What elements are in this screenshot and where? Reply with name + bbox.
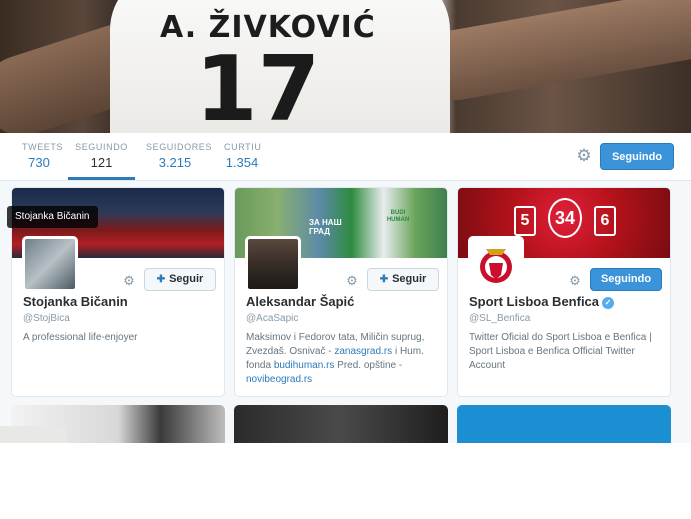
add-user-icon: ✚ <box>379 274 389 285</box>
benfica-crest-icon <box>480 249 512 283</box>
avatar[interactable] <box>468 236 524 292</box>
nav-following-label: SEGUINDO <box>75 142 128 152</box>
card-bio: Twitter Oficial do Sport Lisboa e Benfic… <box>469 332 652 371</box>
banner-shirt-number: 17 <box>195 37 321 134</box>
nav-tweets-count: 730 <box>28 155 50 170</box>
nav-followers-count: 3.215 <box>158 155 192 170</box>
follow-button-label: Seguir <box>169 273 204 285</box>
verified-badge-icon: ✓ <box>602 297 615 309</box>
following-button[interactable]: Seguindo <box>590 268 662 291</box>
card-handle[interactable]: @SL_Benfica <box>469 313 530 324</box>
card-name[interactable]: Stojanka Bičanin <box>23 294 128 309</box>
nav-following-count: 121 <box>90 155 113 170</box>
following-grid: ⚙ ✚ Seguir Stojanka Bičanin @StojBica A p… <box>0 181 691 443</box>
profile-following-button[interactable]: Seguindo <box>600 143 674 170</box>
bio-link[interactable]: budihuman.rs <box>274 360 335 371</box>
nav-following[interactable]: SEGUINDO 121 <box>68 133 135 180</box>
card-name-text: Sport Lisboa Benfica <box>469 294 600 309</box>
nav-followers[interactable]: SEGUIDORES 3.215 <box>146 133 213 180</box>
user-card[interactable] <box>234 405 448 443</box>
banner-number: 6 <box>594 206 616 236</box>
user-card[interactable] <box>457 405 671 443</box>
avatar[interactable] <box>245 236 301 292</box>
gear-icon[interactable]: ⚙ <box>574 146 594 166</box>
user-card[interactable]: ЗА НАШ ГРАД BUDI HUMAN ⚙ ✚ Seguir Aleksan… <box>234 187 448 397</box>
bio-link[interactable]: zanasgrad.rs <box>334 346 392 357</box>
bio-link[interactable]: novibeograd.rs <box>246 374 312 385</box>
gear-icon[interactable]: ⚙ <box>122 274 136 288</box>
nav-likes-count: 1.354 <box>225 155 259 170</box>
avatar[interactable] <box>22 236 78 292</box>
profile-header-banner: A. ŽIVKOVIĆ 17 <box>0 0 691 133</box>
nav-followers-label: SEGUIDORES <box>146 142 213 152</box>
follow-button[interactable]: ✚ Seguir <box>144 268 216 291</box>
add-user-icon: ✚ <box>156 274 166 285</box>
banner-number: 5 <box>514 206 536 236</box>
card-handle[interactable]: @AcaSapic <box>246 313 298 324</box>
follow-button[interactable]: ✚ Seguir <box>367 268 439 291</box>
banner-number: 34 <box>548 198 582 238</box>
card-bio: Maksimov i Fedorov tata, Miličin suprug,… <box>246 331 442 387</box>
nav-likes[interactable]: CURTIU 1.354 <box>224 133 262 180</box>
nav-likes-label: CURTIU <box>224 142 262 152</box>
card-name[interactable]: Aleksandar Šapić <box>246 294 354 309</box>
nav-tweets-label: TWEETS <box>22 142 64 152</box>
card-handle[interactable]: @StojBica <box>23 313 70 324</box>
banner-arm-right <box>416 0 691 106</box>
card-name[interactable]: Sport Lisboa Benfica ✓ <box>469 294 615 309</box>
gear-icon[interactable]: ⚙ <box>345 274 359 288</box>
gear-icon[interactable]: ⚙ <box>568 274 582 288</box>
card-bio: A professional life-enjoyer <box>23 332 138 343</box>
banner-logo-badge: BUDI HUMAN <box>386 210 410 223</box>
banner-logo-text: ЗА НАШ ГРАД <box>309 218 342 236</box>
follow-button-label: Seguir <box>392 273 427 285</box>
name-tooltip: Stojanka Bičanin <box>7 206 98 228</box>
nav-tweets[interactable]: TWEETS 730 <box>22 133 64 180</box>
user-card[interactable]: 5 34 6 ⚙ Seguindo Sport Lisboa Benfica ✓ … <box>457 187 671 397</box>
bio-text: Pred. opštine - <box>334 360 403 371</box>
sidebar-edge <box>0 426 66 443</box>
